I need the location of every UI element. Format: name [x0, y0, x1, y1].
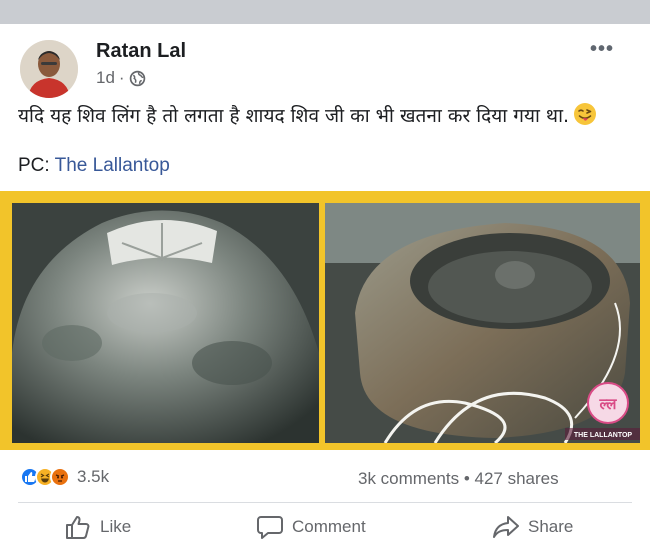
share-button-label: Share — [528, 517, 574, 536]
shares-count[interactable]: 427 shares — [475, 469, 559, 488]
lallantop-watermark: THE LALLANTOP — [574, 432, 633, 439]
post-meta: 1d · — [96, 68, 146, 88]
like-button[interactable]: Like — [64, 514, 131, 540]
angry-reaction-icon — [50, 467, 70, 487]
engagement-stats: 3k comments • 427 shares — [358, 469, 559, 489]
post-image[interactable]: ल्ल THE LALLANTOP — [0, 191, 650, 450]
like-button-label: Like — [100, 517, 132, 536]
meta-separator: · — [118, 68, 125, 87]
post-message: यदि यह शिव लिंग है तो लगता है शायद शिव ज… — [18, 102, 638, 130]
share-icon — [493, 516, 519, 538]
thumbs-up-icon — [66, 516, 90, 539]
post-message-text: यदि यह शिव लिंग है तो लगता है शायद शिव ज… — [18, 105, 570, 127]
stats-dot: • — [463, 469, 470, 488]
comments-count[interactable]: 3k comments — [358, 469, 459, 488]
feed-top-separator — [0, 0, 650, 24]
comment-icon — [257, 516, 283, 539]
winking-face-with-tongue-icon — [574, 103, 597, 125]
more-options-icon[interactable]: ••• — [590, 38, 614, 61]
photo-credit-prefix: PC: — [18, 155, 50, 176]
author-name[interactable]: Ratan Lal — [96, 40, 186, 63]
actions-divider — [18, 502, 632, 503]
image-panel-left — [12, 203, 319, 443]
svg-text:ल्ल: ल्ल — [599, 395, 618, 413]
globe-icon — [129, 70, 145, 86]
reaction-count: 3.5k — [77, 467, 110, 486]
photo-credit-link[interactable]: The Lallantop — [55, 155, 170, 176]
comment-button[interactable]: Comment — [256, 514, 366, 540]
reaction-summary[interactable]: 3.5k — [20, 467, 109, 487]
share-button[interactable]: Share — [492, 514, 573, 540]
image-panel-right: ल्ल THE LALLANTOP — [325, 203, 640, 443]
photo-credit: PC: The Lallantop — [18, 155, 170, 177]
comment-button-label: Comment — [292, 517, 366, 536]
author-avatar[interactable] — [20, 40, 78, 98]
post-card: Ratan Lal 1d · ••• यदि यह शिव लिंग है तो… — [0, 24, 650, 540]
post-time[interactable]: 1d — [96, 68, 115, 88]
